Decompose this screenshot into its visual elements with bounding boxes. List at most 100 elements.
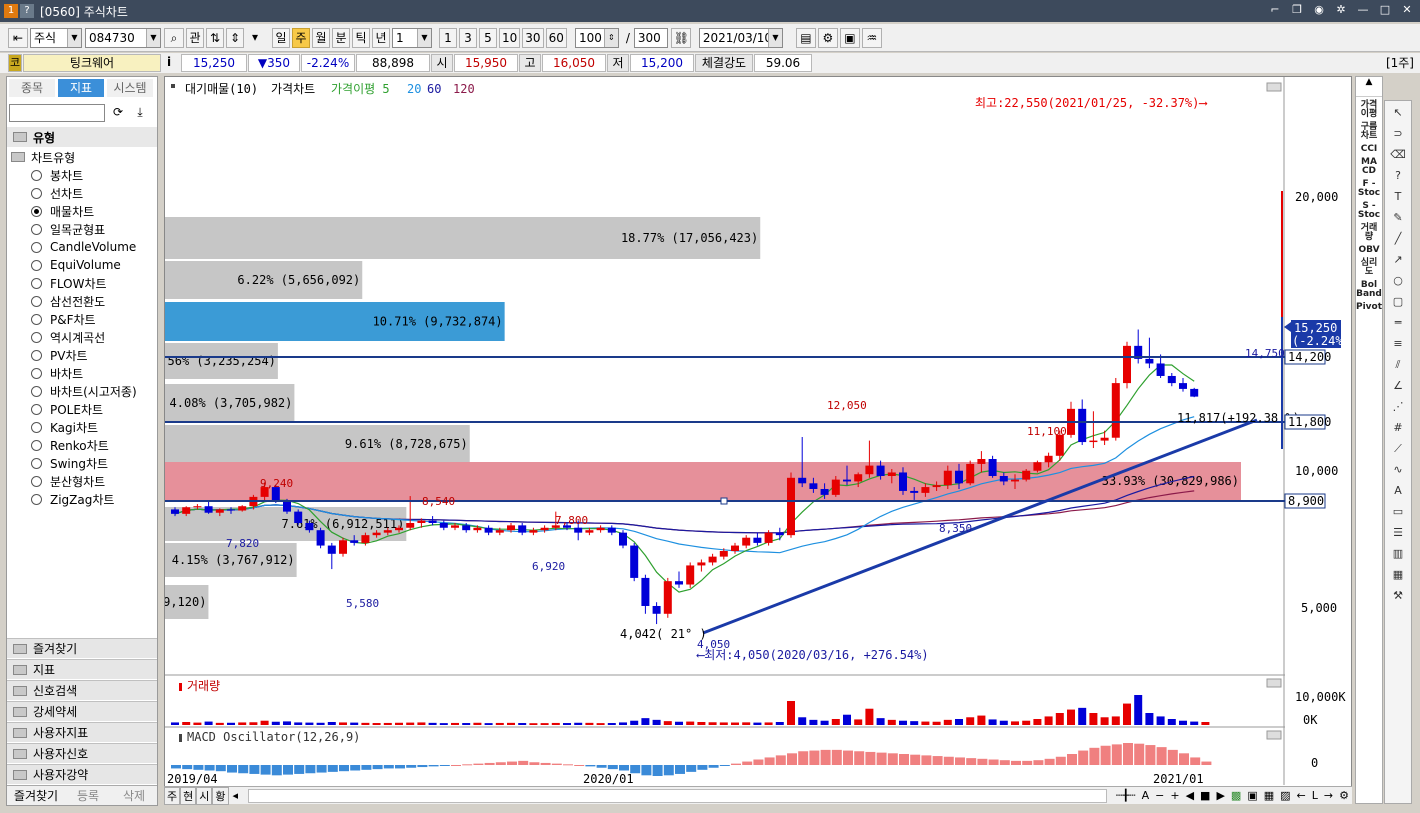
- candle-body[interactable]: [753, 537, 762, 543]
- candle-body[interactable]: [361, 535, 370, 543]
- ray-icon[interactable]: ↗: [1389, 251, 1407, 269]
- candle-body[interactable]: [809, 483, 818, 489]
- radio-icon[interactable]: [31, 385, 42, 397]
- candle-body[interactable]: [596, 527, 605, 531]
- link-chain-icon[interactable]: ⛓: [670, 27, 691, 48]
- quick-interval-0[interactable]: 1: [439, 27, 457, 48]
- total-input[interactable]: 300: [633, 27, 668, 48]
- radio-icon[interactable]: [31, 223, 42, 235]
- bottom-tab-1[interactable]: 현: [180, 786, 197, 805]
- screen-icon[interactable]: ▭: [1389, 503, 1407, 521]
- radio-icon[interactable]: [31, 439, 42, 451]
- candle-body[interactable]: [1100, 437, 1109, 441]
- tab-indicator[interactable]: 지표: [58, 79, 104, 97]
- candle-body[interactable]: [999, 476, 1008, 482]
- chart-type-item[interactable]: Kagi차트: [7, 418, 157, 436]
- radio-icon[interactable]: [31, 493, 42, 505]
- section-1[interactable]: 지표: [7, 659, 157, 679]
- radio-icon[interactable]: [31, 349, 42, 361]
- gann-icon[interactable]: ⋰: [1389, 398, 1407, 416]
- type-section-header[interactable]: 유형: [7, 127, 157, 147]
- play-icon[interactable]: ▶: [1213, 789, 1227, 802]
- candle-body[interactable]: [204, 506, 213, 513]
- download-icon[interactable]: ⤓: [131, 105, 149, 121]
- shortcut-volume[interactable]: 거래 량: [1356, 224, 1382, 242]
- tab-stock[interactable]: 종목: [9, 79, 55, 97]
- spin-icon[interactable]: ⇕: [226, 27, 244, 48]
- shortcut-macd[interactable]: MA CD: [1356, 158, 1382, 176]
- candle-body[interactable]: [675, 581, 683, 585]
- candle-body[interactable]: [540, 527, 549, 531]
- back-icon[interactable]: ←: [1294, 789, 1309, 802]
- camera-icon[interactable]: ◉: [1312, 3, 1326, 17]
- angle-icon[interactable]: ∠: [1389, 377, 1407, 395]
- candle-body[interactable]: [1044, 455, 1053, 463]
- candle-body[interactable]: [372, 532, 381, 536]
- line-icon[interactable]: ╱: [1389, 230, 1407, 248]
- market-select[interactable]: 주식 ▼: [30, 27, 82, 48]
- period-button-4[interactable]: 틱: [352, 27, 370, 48]
- chart-type-item[interactable]: 삼선전환도: [7, 292, 157, 310]
- copy-icon[interactable]: ❐: [1290, 3, 1304, 17]
- candle-body[interactable]: [731, 545, 739, 552]
- candle-body[interactable]: [439, 522, 448, 528]
- stop-icon[interactable]: ■: [1197, 789, 1213, 802]
- candle-body[interactable]: [630, 545, 639, 578]
- shortcut-ma-price[interactable]: 가격 이평: [1356, 101, 1382, 119]
- quick-interval-4[interactable]: 30: [522, 27, 544, 48]
- candle-body[interactable]: [1156, 363, 1165, 376]
- quick-interval-1[interactable]: 3: [459, 27, 477, 48]
- chart-type-item[interactable]: FLOW차트: [7, 274, 157, 292]
- candle-body[interactable]: [921, 487, 930, 493]
- candle-body[interactable]: [428, 520, 437, 523]
- image-icon[interactable]: ▨: [1277, 789, 1293, 802]
- volume-panel-close-icon[interactable]: [1266, 678, 1282, 688]
- chart-type-item[interactable]: 봉차트: [7, 166, 157, 184]
- table-icon[interactable]: ▦: [1389, 566, 1407, 584]
- help-icon[interactable]: ?: [1389, 167, 1407, 185]
- quick-interval-3[interactable]: 10: [499, 27, 521, 48]
- chart-type-item[interactable]: POLE차트: [7, 400, 157, 418]
- candle-body[interactable]: [843, 479, 851, 482]
- prev-stock-icon[interactable]: ⇤: [8, 27, 28, 48]
- shortcut-fstoc[interactable]: F - Stoc: [1356, 180, 1382, 198]
- grid-icon[interactable]: #: [1389, 419, 1407, 437]
- candle-body[interactable]: [406, 522, 415, 528]
- candle-body[interactable]: [1022, 470, 1031, 480]
- excel-icon[interactable]: ▩: [1228, 789, 1244, 802]
- candle-body[interactable]: [652, 605, 661, 614]
- indicator-icon[interactable]: ♒: [861, 27, 882, 48]
- chart-type-item[interactable]: Renko차트: [7, 436, 157, 454]
- radio-icon[interactable]: [31, 313, 42, 325]
- chart-area[interactable]: 대기매물(10) 가격차트 가격이평 5 20 60 120 18.77% (1…: [164, 76, 1352, 804]
- channel-icon[interactable]: ⫽: [1389, 356, 1407, 374]
- candle-body[interactable]: [887, 472, 896, 477]
- section-5[interactable]: 사용자신호: [7, 743, 157, 763]
- candle-body[interactable]: [899, 472, 907, 491]
- candle-body[interactable]: [507, 525, 515, 531]
- favorite-tab[interactable]: 즐겨찾기: [7, 786, 65, 805]
- zoom-out-icon[interactable]: −: [1152, 789, 1167, 802]
- step-back-icon[interactable]: ◀: [1183, 789, 1197, 802]
- horizontal-scrollbar[interactable]: [248, 788, 1107, 803]
- radio-icon[interactable]: [31, 457, 42, 469]
- register-button[interactable]: 등록: [65, 786, 111, 805]
- candle-body[interactable]: [876, 465, 885, 477]
- candle-body[interactable]: [417, 520, 426, 523]
- hline-handle[interactable]: [720, 497, 728, 505]
- layout-icon[interactable]: ▦: [1261, 789, 1277, 802]
- dropdown-icon[interactable]: ▾: [246, 28, 264, 48]
- candle-body[interactable]: [238, 506, 247, 511]
- candle-body[interactable]: [473, 527, 482, 531]
- bar-chart-icon[interactable]: ▥: [1389, 545, 1407, 563]
- candle-body[interactable]: [495, 530, 504, 533]
- candle-body[interactable]: [977, 459, 986, 464]
- last-icon[interactable]: L: [1309, 789, 1321, 802]
- radio-icon[interactable]: [31, 403, 42, 415]
- maximize-icon[interactable]: □: [1378, 3, 1392, 17]
- radio-icon[interactable]: [31, 169, 42, 181]
- trend-line[interactable]: [702, 418, 1258, 635]
- candle-body[interactable]: [171, 509, 179, 514]
- shortcut-psy[interactable]: 심리 도: [1356, 259, 1382, 277]
- tab-system[interactable]: 시스템: [107, 79, 153, 97]
